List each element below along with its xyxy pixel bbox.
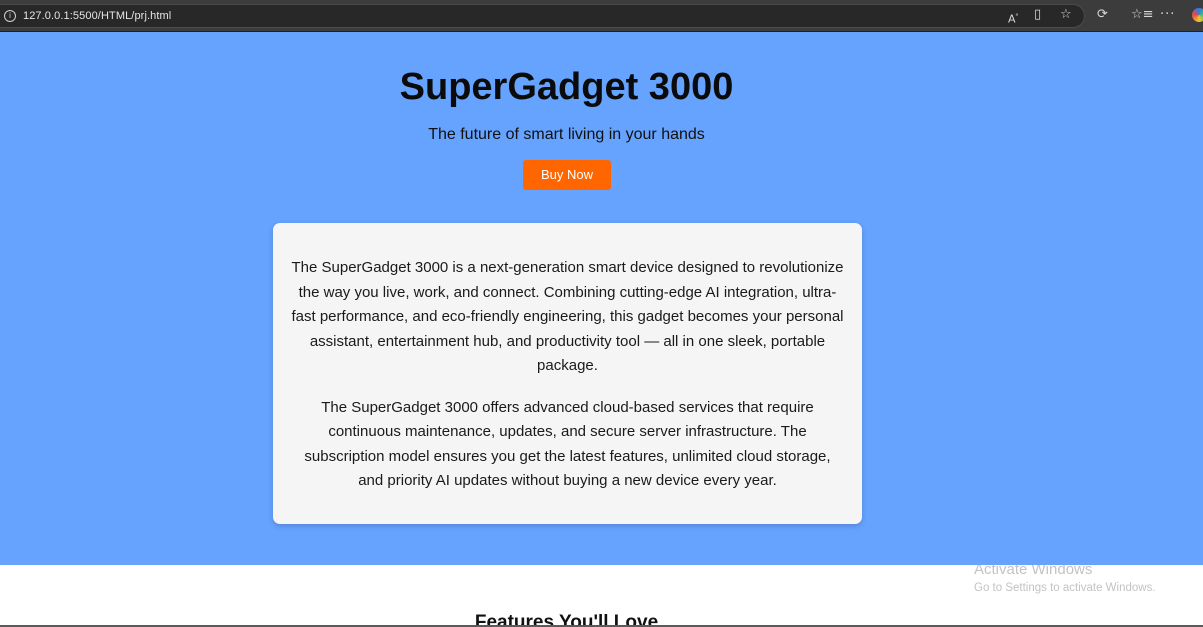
description-paragraph: The SuperGadget 3000 is a next-generatio… xyxy=(291,259,844,374)
read-aloud-icon[interactable]: Aᵃ xyxy=(1008,8,1018,28)
activate-windows-subtitle: Go to Settings to activate Windows. xyxy=(974,582,1156,594)
favorites-icon[interactable]: ☆≡ xyxy=(1131,7,1154,23)
features-section: Features You'll Love Activate Windows Go… xyxy=(0,565,1203,627)
hero-subtitle: The future of smart living in your hands xyxy=(428,126,705,143)
hero-section: SuperGadget 3000 The future of smart liv… xyxy=(0,32,1203,565)
info-icon[interactable]: i xyxy=(4,10,16,22)
url-text[interactable]: 127.0.0.1:5500/HTML/prj.html xyxy=(23,10,171,22)
page-title: SuperGadget 3000 xyxy=(399,66,734,108)
immersive-reader-icon[interactable]: ▯ xyxy=(1034,7,1041,23)
copilot-icon[interactable] xyxy=(1192,8,1203,22)
activate-windows-title: Activate Windows xyxy=(974,565,1093,578)
browser-toolbar: i 127.0.0.1:5500/HTML/prj.html Aᵃ ▯ ☆ ⟳ … xyxy=(0,0,1203,32)
address-bar[interactable]: i 127.0.0.1:5500/HTML/prj.html xyxy=(0,4,1085,28)
description-card: The SuperGadget 3000 is a next-generatio… xyxy=(273,223,862,524)
buy-now-button[interactable]: Buy Now xyxy=(523,160,611,190)
subscription-paragraph: The SuperGadget 3000 offers advanced clo… xyxy=(304,398,831,490)
star-icon[interactable]: ☆ xyxy=(1060,7,1072,23)
more-icon[interactable]: ··· xyxy=(1160,7,1175,23)
extensions-icon[interactable]: ⟳ xyxy=(1097,7,1108,23)
